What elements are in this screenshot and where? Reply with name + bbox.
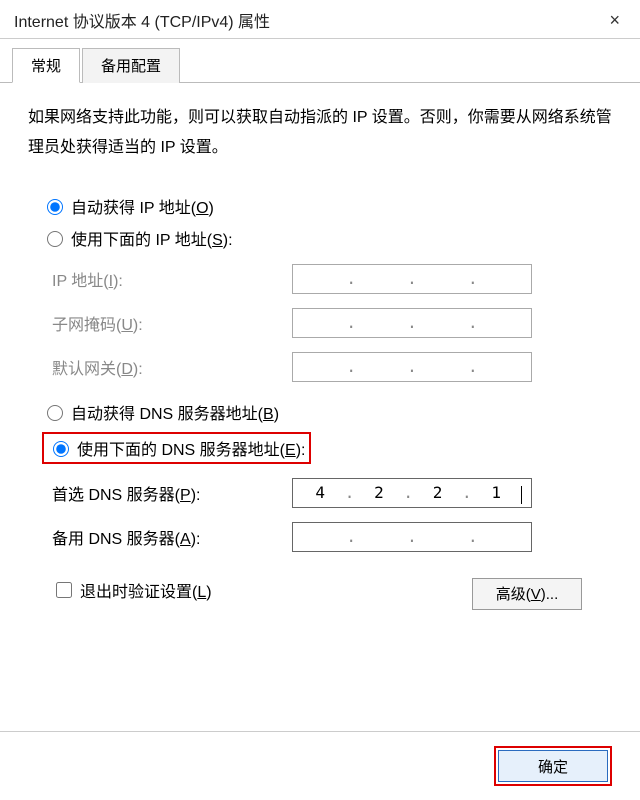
radio-auto-dns[interactable] [47,405,63,421]
tab-alternate[interactable]: 备用配置 [82,48,180,83]
radio-manual-ip[interactable] [47,231,63,247]
ok-button[interactable]: 确定 [498,750,608,782]
preferred-dns-label: 首选 DNS 服务器(P): [52,481,292,505]
preferred-dns-field[interactable]: 4. 2. 2. 1 [292,478,532,508]
radio-auto-ip-label: 自动获得 IP 地址(O) [71,194,214,218]
ip-address-label: IP 地址(I): [52,267,292,291]
validate-label: 退出时验证设置(L) [80,578,212,602]
description-text: 如果网络支持此功能，则可以获取自动指派的 IP 设置。否则，你需要从网络系统管理… [28,103,612,164]
tab-general[interactable]: 常规 [12,48,80,83]
highlight-manual-dns: 使用下面的 DNS 服务器地址(E): [42,432,311,464]
text-cursor [521,486,522,504]
advanced-button[interactable]: 高级(V)... [472,578,582,610]
radio-manual-dns-label: 使用下面的 DNS 服务器地址(E): [77,436,305,460]
alternate-dns-label: 备用 DNS 服务器(A): [52,525,292,549]
subnet-mask-label: 子网掩码(U): [52,311,292,335]
validate-checkbox[interactable] [56,582,72,598]
highlight-ok: 确定 [494,746,612,786]
gateway-field: ... [292,352,532,382]
tab-strip: 常规 备用配置 [0,39,640,83]
window-title: Internet 协议版本 4 (TCP/IPv4) 属性 [14,8,270,32]
gateway-label: 默认网关(D): [52,355,292,379]
radio-manual-ip-label: 使用下面的 IP 地址(S): [71,226,233,250]
alternate-dns-field[interactable]: ... [292,522,532,552]
radio-auto-dns-label: 自动获得 DNS 服务器地址(B) [71,400,279,424]
radio-auto-ip[interactable] [47,199,63,215]
ip-address-field: ... [292,264,532,294]
radio-manual-dns[interactable] [53,441,69,457]
subnet-mask-field: ... [292,308,532,338]
close-icon[interactable]: × [603,10,626,31]
